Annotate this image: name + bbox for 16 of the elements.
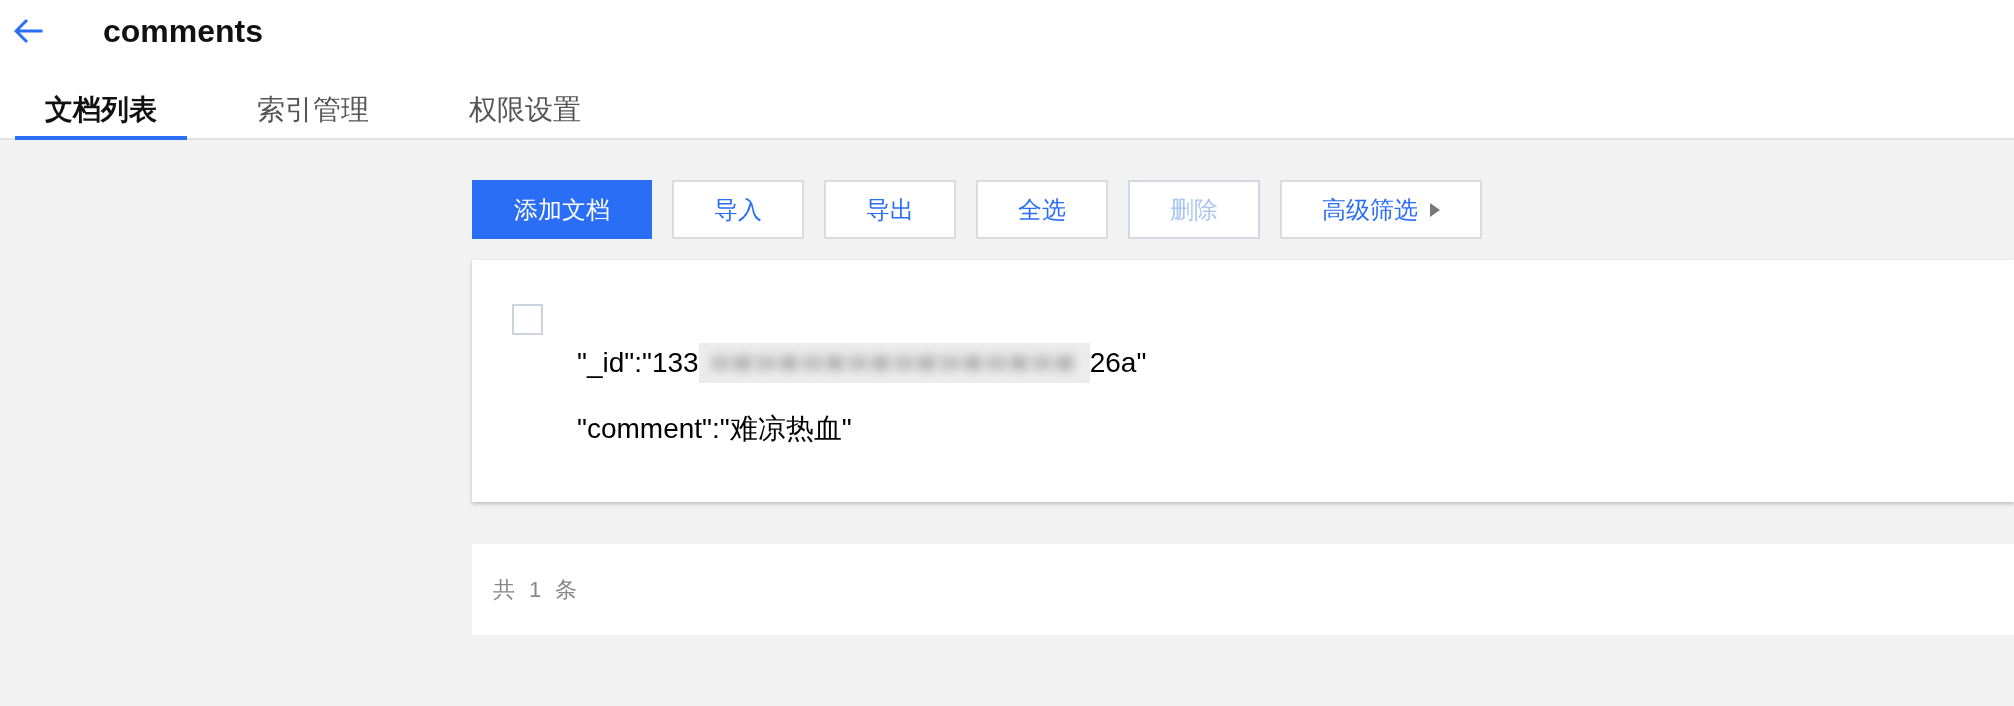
caret-icon <box>1430 202 1440 217</box>
total-count-text: 共 1 条 <box>493 575 578 604</box>
tab[interactable]: 文档列表 <box>15 62 187 140</box>
toolbar-button[interactable]: 导入 <box>672 180 804 239</box>
field-text: "comment":"难凉热血" <box>577 412 852 446</box>
toolbar-button[interactable]: 全选 <box>976 180 1108 239</box>
tab[interactable]: 权限设置 <box>439 62 611 140</box>
field-text: "_id":"133 <box>577 346 699 380</box>
checkbox[interactable] <box>512 304 543 335</box>
toolbar-button[interactable]: 高级筛选 <box>1280 180 1482 239</box>
back-arrow-icon[interactable] <box>14 18 44 44</box>
toolbar-button[interactable]: 导出 <box>824 180 956 239</box>
toolbar-button[interactable]: 添加文档 <box>472 180 652 239</box>
page-title: comments <box>103 12 264 51</box>
tab[interactable]: 索引管理 <box>227 62 399 140</box>
field-text: 26a" <box>1089 346 1147 380</box>
